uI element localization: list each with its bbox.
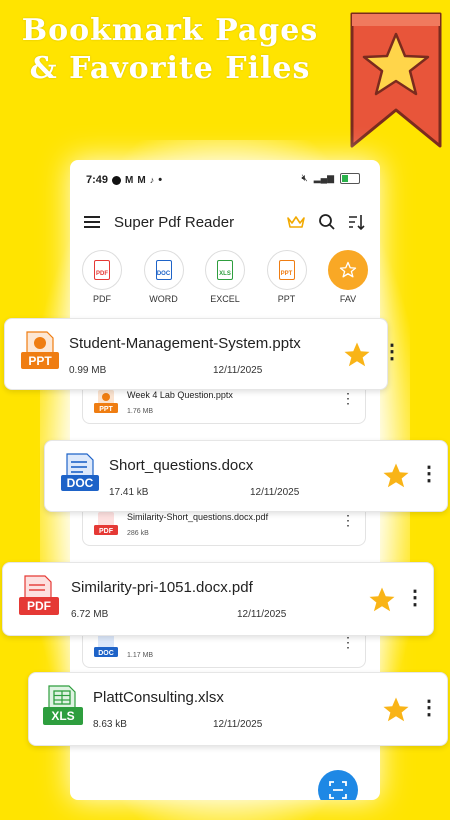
more-vert-icon[interactable]: ⋮ [341, 635, 355, 649]
file-size: 6.72 MB [71, 609, 109, 620]
file-size: 1.17 MB [127, 652, 154, 659]
file-name: Similarity-Short_questions.docx.pdf [127, 512, 269, 522]
ppt-file-icon: PPT [93, 389, 121, 420]
svg-text:PPT: PPT [28, 354, 52, 368]
tab-pdf-label: PDF [93, 294, 111, 304]
tab-ppt-label: PPT [277, 294, 296, 304]
crown-icon[interactable] [286, 214, 306, 230]
tab-pdf[interactable]: PDF PDF [80, 250, 124, 304]
star-icon[interactable] [381, 695, 411, 725]
scan-icon [329, 781, 347, 799]
file-name: Week 4 Lab Question.pptx [127, 390, 233, 400]
svg-text:DOC: DOC [67, 476, 94, 490]
star-icon[interactable] [367, 585, 397, 615]
ppt-file-icon: PPT [19, 331, 61, 376]
tab-word-label: WORD [149, 294, 178, 304]
promo-headline: Bookmark Pages & Favorite Files [0, 12, 340, 88]
ppt-file-icon: PPT [278, 260, 295, 280]
star-icon[interactable] [381, 461, 411, 491]
menu-icon[interactable] [84, 216, 100, 228]
svg-text:DOC: DOC [98, 650, 114, 657]
search-icon[interactable] [318, 213, 336, 231]
sort-icon[interactable] [348, 213, 366, 231]
star-icon[interactable] [342, 340, 372, 370]
svg-text:PPT: PPT [99, 406, 113, 413]
gmail-icon: M [125, 174, 134, 186]
gmail-icon-2: M [137, 174, 146, 186]
file-size: 0.99 MB [69, 365, 107, 376]
tab-excel-label: EXCEL [210, 294, 240, 304]
more-vert-icon[interactable]: ⋮ [419, 698, 439, 718]
file-date: 12/11/2025 [213, 365, 263, 376]
signal-icon: ▂▄▆ [313, 173, 334, 183]
status-icons: 🔇︎ ▂▄▆ [301, 173, 360, 184]
tab-fav-label: FAV [339, 294, 357, 304]
tab-word[interactable]: DOC WORD [142, 250, 186, 304]
status-bar: 7:49 M M ♪ • [86, 174, 162, 186]
file-size: 1.76 MB [127, 408, 154, 415]
more-vert-icon[interactable]: ⋮ [419, 464, 439, 484]
xls-file-icon: XLS [41, 685, 85, 732]
featured-file-card[interactable]: DOC Short_questions.docx 17.41 kB 12/11/… [44, 440, 448, 512]
category-tabs: PDF PDF DOC WORD XLS EXCEL PPT PPT FAV [80, 250, 370, 304]
pdf-file-icon: PDF [17, 575, 61, 622]
file-name: Short_questions.docx [109, 457, 254, 474]
battery-icon [340, 173, 360, 184]
app-title: Super Pdf Reader [114, 213, 235, 231]
pdf-file-icon: PDF [93, 511, 121, 542]
more-vert-icon[interactable]: ⋮ [382, 342, 402, 362]
notification-icon: ♪ [149, 175, 155, 185]
featured-file-card[interactable]: XLS PlattConsulting.xlsx 8.63 kB 12/11/2… [28, 672, 448, 746]
featured-file-card[interactable]: PPT Student-Management-System.pptx 0.99 … [4, 318, 402, 390]
file-date: 12/11/2025 [213, 719, 263, 730]
tab-fav[interactable]: FAV [326, 250, 370, 304]
scan-button[interactable] [318, 770, 358, 800]
file-name: PlattConsulting.xlsx [93, 689, 224, 706]
headline-line-2: & Favorite Files [29, 51, 311, 86]
file-date: 12/11/2025 [237, 609, 287, 620]
file-size: 8.63 kB [93, 719, 127, 730]
more-vert-icon[interactable]: ⋮ [405, 588, 425, 608]
more-vert-icon[interactable]: ⋮ [341, 391, 355, 405]
app-bar: Super Pdf Reader [84, 210, 366, 234]
tab-ppt[interactable]: PPT PPT [265, 250, 309, 304]
status-time: 7:49 [86, 174, 109, 186]
file-size: 286 kB [127, 530, 149, 537]
file-size: 17.41 kB [109, 487, 149, 498]
svg-text:XLS: XLS [51, 709, 74, 723]
bookmark-ribbon-icon [350, 12, 442, 148]
status-dot-icon [112, 175, 122, 185]
more-vert-icon[interactable]: ⋮ [341, 513, 355, 527]
mute-icon: 🔇︎ [301, 173, 308, 184]
svg-text:PDF: PDF [27, 599, 51, 613]
svg-text:PDF: PDF [99, 528, 114, 535]
more-notifications-dot: • [158, 174, 163, 186]
headline-line-1: Bookmark Pages [21, 13, 319, 48]
file-name: Similarity-pri-1051.docx.pdf [71, 579, 253, 596]
tab-excel[interactable]: XLS EXCEL [203, 250, 247, 304]
pdf-file-icon: PDF [94, 260, 110, 280]
doc-file-icon: DOC [155, 260, 172, 280]
star-outline-icon [339, 261, 357, 278]
doc-file-icon: DOC [59, 453, 101, 498]
doc-file-icon: DOC [93, 633, 121, 664]
file-date: 12/11/2025 [250, 487, 300, 498]
xls-file-icon: XLS [217, 260, 233, 280]
featured-file-card[interactable]: PDF Similarity-pri-1051.docx.pdf 6.72 MB… [2, 562, 434, 636]
file-name: Student-Management-System.pptx [69, 335, 301, 352]
